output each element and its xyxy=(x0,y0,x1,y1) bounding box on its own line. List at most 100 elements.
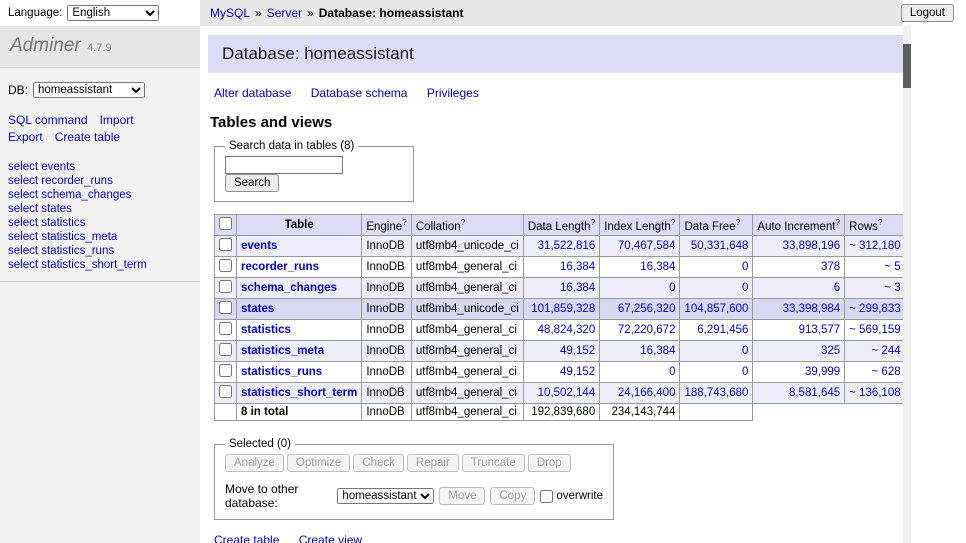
table-link-states[interactable]: states xyxy=(241,303,274,315)
column-header-engine: Engine? xyxy=(362,215,412,236)
table-row: recorder_runsInnoDButf8mb4_general_ci16,… xyxy=(215,257,904,278)
move-label: Move to other database: xyxy=(225,482,332,510)
tables-heading: Tables and views xyxy=(210,114,903,131)
sidebar-item-select-statistics-runs[interactable]: select statistics_runs xyxy=(8,245,192,259)
scrollbar[interactable] xyxy=(903,26,911,543)
export-link[interactable]: Export xyxy=(8,130,43,144)
check-button[interactable]: Check xyxy=(353,454,404,472)
language-select[interactable]: English xyxy=(67,5,159,21)
table-row: eventsInnoDButf8mb4_unicode_ci31,522,816… xyxy=(215,236,904,257)
breadcrumb-mysql-link[interactable]: MySQL xyxy=(210,6,250,20)
truncate-button[interactable]: Truncate xyxy=(462,454,525,472)
create-table-sidebar-link[interactable]: Create table xyxy=(55,130,120,144)
data-free-cell: 104,857,600 xyxy=(680,299,753,320)
move-button[interactable]: Move xyxy=(439,487,485,505)
sidebar-item-select-states[interactable]: select states xyxy=(8,203,192,217)
row-checkbox[interactable] xyxy=(219,301,232,314)
import-link[interactable]: Import xyxy=(100,113,134,127)
search-legend: Search data in tables (8) xyxy=(225,140,358,152)
row-checkbox[interactable] xyxy=(219,259,232,272)
create-table-link[interactable]: Create table xyxy=(214,533,279,543)
scrollbar-thumb[interactable] xyxy=(903,44,911,88)
row-checkbox-cell xyxy=(215,320,237,341)
collation-cell: utf8mb4_general_ci xyxy=(411,362,523,383)
data-free-cell: 188,743,680 xyxy=(680,383,753,404)
drop-button[interactable]: Drop xyxy=(528,454,571,472)
sidebar-links: SQL command Import Export Create table xyxy=(8,112,192,147)
collation-cell: utf8mb4_unicode_ci xyxy=(411,299,523,320)
sql-command-link[interactable]: SQL command xyxy=(8,113,88,127)
sidebar-item-select-schema-changes[interactable]: select schema_changes xyxy=(8,189,192,203)
data-length-cell: 49,152 xyxy=(523,341,599,362)
row-checkbox[interactable] xyxy=(219,364,232,377)
row-checkbox[interactable] xyxy=(219,238,232,251)
logout-button[interactable]: Logout xyxy=(901,4,954,22)
sidebar: Adminer 4.7.9 DB: homeassistant SQL comm… xyxy=(0,26,200,543)
sidebar-body: DB: homeassistant SQL commandImport Expo… xyxy=(0,68,200,282)
index-length-cell: 70,467,584 xyxy=(600,236,680,257)
database-schema-link[interactable]: Database schema xyxy=(311,86,408,100)
collation-cell: utf8mb4_general_ci xyxy=(411,341,523,362)
row-checkbox[interactable] xyxy=(219,343,232,356)
search-input[interactable] xyxy=(225,156,343,174)
row-checkbox[interactable] xyxy=(219,385,232,398)
column-header-index-length: Index Length? xyxy=(600,215,680,236)
collation-cell: utf8mb4_general_ci xyxy=(411,278,523,299)
breadcrumb: MySQL » Server » Database: homeassistant xyxy=(200,0,903,26)
engine-cell: InnoDB xyxy=(362,236,412,257)
copy-button[interactable]: Copy xyxy=(490,487,535,505)
data-free-cell: 0 xyxy=(680,341,753,362)
auto-increment-cell: 33,898,196 xyxy=(753,236,845,257)
help-link[interactable]: ? xyxy=(402,217,407,227)
row-checkbox[interactable] xyxy=(219,322,232,335)
engine-cell: InnoDB xyxy=(362,278,412,299)
optimize-button[interactable]: Optimize xyxy=(287,454,350,472)
table-link-recorder-runs[interactable]: recorder_runs xyxy=(241,261,319,273)
analyze-button[interactable]: Analyze xyxy=(225,454,284,472)
select-all-checkbox[interactable] xyxy=(219,217,232,230)
column-header-collation: Collation? xyxy=(411,215,523,236)
sidebar-item-select-statistics-meta[interactable]: select statistics_meta xyxy=(8,231,192,245)
alter-database-link[interactable]: Alter database xyxy=(214,86,291,100)
help-link[interactable]: ? xyxy=(671,217,676,227)
overwrite-option: overwrite xyxy=(540,490,603,503)
sidebar-item-select-recorder-runs[interactable]: select recorder_runs xyxy=(8,175,192,189)
privileges-link[interactable]: Privileges xyxy=(427,86,479,100)
help-link[interactable]: ? xyxy=(878,217,883,227)
repair-button[interactable]: Repair xyxy=(407,454,459,472)
table-link-statistics-runs[interactable]: statistics_runs xyxy=(241,366,322,378)
create-view-link[interactable]: Create view xyxy=(299,533,362,543)
rows-cell: ~ 312,180 xyxy=(845,236,903,257)
db-select[interactable]: homeassistant xyxy=(33,82,145,98)
table-link-statistics-meta[interactable]: statistics_meta xyxy=(241,345,324,357)
engine-cell: InnoDB xyxy=(362,383,412,404)
table-name-cell: states xyxy=(237,299,362,320)
sidebar-item-select-events[interactable]: select events xyxy=(8,161,192,175)
data-length-cell: 31,522,816 xyxy=(523,236,599,257)
column-header-auto-increment: Auto Increment? xyxy=(753,215,845,236)
help-link[interactable]: ? xyxy=(736,217,741,227)
search-button[interactable]: Search xyxy=(225,174,279,192)
breadcrumb-server-link[interactable]: Server xyxy=(267,6,302,20)
help-link[interactable]: ? xyxy=(590,217,595,227)
engine-cell: InnoDB xyxy=(362,320,412,341)
row-checkbox-cell xyxy=(215,383,237,404)
app-title[interactable]: Adminer xyxy=(10,35,81,56)
column-header-data-length: Data Length? xyxy=(523,215,599,236)
table-link-events[interactable]: events xyxy=(241,240,277,252)
move-db-select[interactable]: homeassistant xyxy=(337,488,434,504)
table-link-statistics-short-term[interactable]: statistics_short_term xyxy=(241,387,357,399)
data-length-cell: 10,502,144 xyxy=(523,383,599,404)
sidebar-item-select-statistics-short-term[interactable]: select statistics_short_term xyxy=(8,259,192,273)
move-row: Move to other database: homeassistant Mo… xyxy=(225,482,603,510)
overwrite-checkbox[interactable] xyxy=(540,490,553,503)
help-link[interactable]: ? xyxy=(461,217,466,227)
overwrite-label: overwrite xyxy=(556,490,603,502)
row-checkbox[interactable] xyxy=(219,280,232,293)
table-name-cell: events xyxy=(237,236,362,257)
table-link-statistics[interactable]: statistics xyxy=(241,324,291,336)
help-link[interactable]: ? xyxy=(835,217,840,227)
sidebar-item-select-statistics[interactable]: select statistics xyxy=(8,217,192,231)
table-link-schema-changes[interactable]: schema_changes xyxy=(241,282,337,294)
data-length-cell: 48,824,320 xyxy=(523,320,599,341)
